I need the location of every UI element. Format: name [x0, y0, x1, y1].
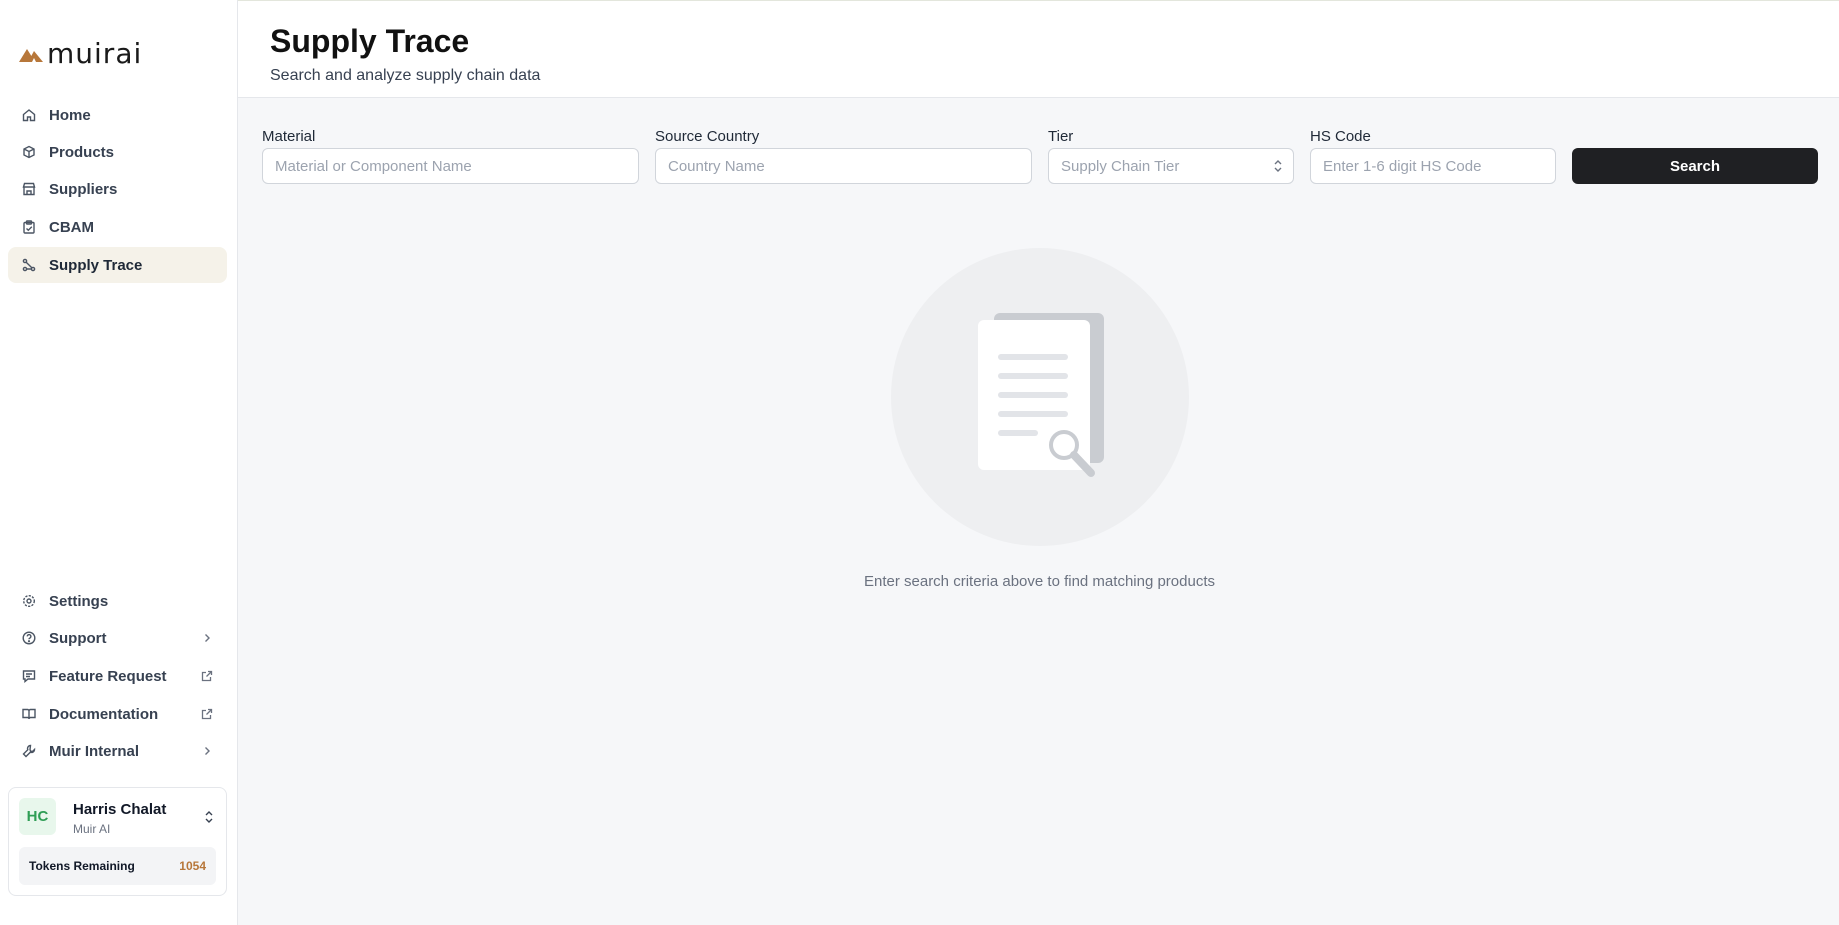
- sidebar-item-label: CBAM: [49, 218, 94, 236]
- gear-icon: [21, 593, 37, 609]
- user-org: Muir AI: [73, 822, 111, 836]
- chevron-up-down-icon[interactable]: [202, 809, 216, 825]
- sidebar-item-label: Home: [49, 106, 91, 124]
- tier-select[interactable]: Supply Chain Tier: [1048, 148, 1294, 184]
- sidebar-item-label: Muir Internal: [49, 742, 140, 760]
- chevron-right-icon: [199, 630, 215, 646]
- chevron-right-icon: [199, 743, 215, 759]
- sidebar-item-support[interactable]: Support: [8, 620, 227, 656]
- trace-icon: [21, 257, 37, 273]
- empty-state-message: Enter search criteria above to find matc…: [863, 573, 1215, 590]
- sidebar-item-documentation[interactable]: Documentation: [8, 696, 227, 732]
- sidebar-item-products[interactable]: Products: [8, 134, 227, 170]
- sidebar-item-cbam[interactable]: CBAM: [8, 209, 227, 245]
- document-search-icon: [978, 313, 1104, 477]
- page-header: Supply Trace Search and analyze supply c…: [238, 1, 1839, 98]
- tokens-remaining: Tokens Remaining 1054: [19, 847, 216, 885]
- sidebar-item-muir-internal[interactable]: Muir Internal: [8, 733, 227, 769]
- tokens-value: 1054: [179, 859, 206, 873]
- sidebar-item-suppliers[interactable]: Suppliers: [8, 171, 227, 207]
- material-input[interactable]: [262, 148, 639, 184]
- store-icon: [21, 181, 37, 197]
- chevron-up-down-icon: [1273, 159, 1283, 177]
- external-link-icon: [199, 706, 215, 722]
- tier-label: Tier: [1048, 128, 1074, 145]
- tier-select-placeholder: Supply Chain Tier: [1061, 157, 1180, 175]
- sidebar-item-home[interactable]: Home: [8, 97, 227, 133]
- page-subtitle: Search and analyze supply chain data: [270, 67, 541, 84]
- user-name: Harris Chalat: [73, 801, 167, 818]
- sidebar-item-label: Supply Trace: [49, 256, 143, 274]
- logo[interactable]: muirai: [19, 40, 142, 68]
- search-button[interactable]: Search: [1572, 148, 1818, 184]
- source-country-label: Source Country: [655, 128, 760, 145]
- external-link-icon: [199, 668, 215, 684]
- home-icon: [21, 107, 37, 123]
- sidebar-item-label: Products: [49, 143, 115, 161]
- page-title: Supply Trace: [270, 23, 470, 59]
- logo-text: muirai: [47, 37, 143, 70]
- sidebar-item-label: Settings: [49, 592, 109, 610]
- avatar: HC: [19, 798, 56, 835]
- wrench-icon: [21, 743, 37, 759]
- feedback-icon: [21, 668, 37, 684]
- material-label: Material: [262, 128, 316, 145]
- book-icon: [21, 706, 37, 722]
- sidebar-item-feature-request[interactable]: Feature Request: [8, 658, 227, 694]
- sidebar-item-label: Feature Request: [49, 667, 167, 685]
- box-icon: [21, 144, 37, 160]
- sidebar-item-supply-trace[interactable]: Supply Trace: [8, 247, 227, 283]
- sidebar: muirai Home Products Suppliers CBAM Supp…: [0, 0, 238, 925]
- sidebar-item-label: Documentation: [49, 705, 159, 723]
- tokens-label: Tokens Remaining: [29, 859, 135, 873]
- source-country-input[interactable]: [655, 148, 1032, 184]
- sidebar-item-label: Support: [49, 629, 107, 647]
- hs-code-input[interactable]: [1310, 148, 1556, 184]
- help-icon: [21, 630, 37, 646]
- hs-code-label: HS Code: [1310, 128, 1371, 145]
- mountain-logo-icon: [19, 49, 43, 62]
- clipboard-icon: [21, 219, 37, 235]
- sidebar-item-label: Suppliers: [49, 180, 118, 198]
- user-card[interactable]: HC Harris Chalat Muir AI Tokens Remainin…: [8, 787, 227, 896]
